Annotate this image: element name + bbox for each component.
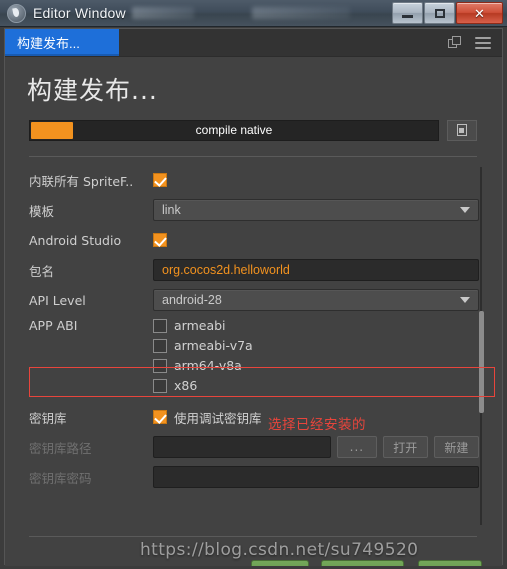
keystore-password-label: 密钥库密码: [29, 470, 92, 486]
build-button[interactable]: 构建: [251, 560, 309, 566]
window-controls: ✕: [391, 2, 503, 24]
blurred-title-text-1: [131, 7, 194, 19]
watermark: https://blog.csdn.net/su749520: [140, 540, 419, 560]
annotation-note: 选择已经安装的: [268, 417, 366, 433]
use-debug-keystore-label: 使用调试密钥库: [174, 410, 262, 426]
run-button-label: 运行: [437, 564, 463, 567]
android-studio-checkbox[interactable]: [153, 233, 167, 247]
tab-build-publish[interactable]: 构建发布...: [5, 29, 119, 56]
minimize-icon: [402, 15, 413, 18]
editor-window: Editor Window ✕ 构建发布... 构建发布... compile …: [0, 0, 507, 569]
blurred-title-text-2: [251, 7, 350, 19]
android-studio-label: Android Studio: [29, 232, 122, 248]
window-title-bar: Editor Window ✕: [0, 0, 507, 27]
divider-bottom: [29, 536, 477, 537]
keystore-new-label: 新建: [444, 440, 469, 455]
page-title: 构建发布...: [27, 76, 158, 105]
abi-armeabi-checkbox[interactable]: [153, 318, 167, 333]
settings-form: 自动图集打包 内联所有 SpriteF.. 模板 link: [17, 162, 479, 492]
open-log-button[interactable]: [447, 119, 477, 141]
keystore-open-button[interactable]: 打开: [382, 436, 428, 458]
hamburger-menu-icon[interactable]: [475, 36, 491, 49]
keystore-browse-button[interactable]: ...: [337, 436, 377, 458]
package-name-label: 包名: [29, 263, 55, 279]
api-level-value: android-28: [162, 293, 222, 307]
row-keystore-password: 密钥库密码: [17, 462, 479, 492]
window-title: Editor Window: [33, 5, 126, 21]
chevron-down-icon: [460, 207, 470, 213]
template-select-value: link: [162, 203, 181, 217]
progress-row: compile native: [29, 119, 477, 141]
abi-armeabi-v7a-checkbox[interactable]: [153, 338, 167, 353]
row-android-studio: Android Studio: [17, 225, 479, 255]
list-item: armeabi-v7a: [153, 337, 479, 354]
use-debug-keystore-checkbox[interactable]: [153, 410, 167, 424]
run-button[interactable]: 运行: [418, 560, 482, 566]
abi-x86-checkbox[interactable]: [153, 378, 167, 393]
api-level-label: API Level: [29, 292, 86, 308]
popout-icon[interactable]: [448, 35, 462, 50]
api-level-select[interactable]: android-28: [153, 289, 479, 311]
editor-panel: 构建发布... 构建发布... compile native 内联所有 Spri…: [4, 28, 503, 566]
progress-label: compile native: [195, 123, 273, 137]
close-button[interactable]: ✕: [456, 2, 503, 24]
keystore-browse-label: ...: [349, 440, 365, 454]
row-keystore-path: 密钥库路径 ... 打开 新建: [17, 432, 479, 462]
minimize-button[interactable]: [392, 2, 423, 24]
row-keystore: 密钥库 使用调试密钥库: [17, 402, 479, 432]
row-template: 模板 link: [17, 195, 479, 225]
abi-x86-label: x86: [174, 378, 198, 393]
row-app-abi: APP ABI: [17, 315, 479, 335]
abi-arm64-v8a-checkbox[interactable]: [153, 358, 167, 373]
open-log-icon: [457, 124, 467, 136]
droplet-icon: [7, 3, 26, 23]
row-inline-spriteframes: 内联所有 SpriteF..: [17, 165, 479, 195]
keystore-path-input[interactable]: [153, 436, 331, 458]
panel-body: 构建发布... compile native 自动图集打包: [5, 57, 502, 566]
chevron-down-icon: [460, 297, 470, 303]
maximize-icon: [434, 8, 445, 18]
inline-spriteframes-label: 内联所有 SpriteF..: [29, 173, 134, 189]
tab-strip-tools: [448, 29, 502, 56]
divider-top: [29, 156, 477, 157]
build-progress-bar: compile native: [29, 119, 439, 141]
row-api-level: API Level android-28: [17, 285, 479, 315]
template-label: 模板: [29, 203, 55, 219]
cancel-compile-button[interactable]: 取消编译: [321, 560, 404, 566]
list-item: arm64-v8a: [153, 357, 479, 374]
build-button-label: 构建: [267, 564, 293, 567]
keystore-path-label: 密钥库路径: [29, 440, 92, 456]
tab-strip: 构建发布...: [5, 29, 502, 57]
tab-label: 构建发布...: [17, 36, 80, 51]
close-icon: ✕: [474, 5, 485, 21]
list-item: x86: [153, 377, 479, 394]
package-name-value: org.cocos2d.helloworld: [162, 263, 290, 277]
app-abi-label: APP ABI: [29, 317, 78, 333]
inline-spriteframes-checkbox[interactable]: [153, 173, 167, 187]
keystore-new-button[interactable]: 新建: [433, 436, 479, 458]
settings-scroll-view: 自动图集打包 内联所有 SpriteF.. 模板 link: [17, 162, 479, 530]
template-select[interactable]: link: [153, 199, 479, 221]
row-package-name: 包名 org.cocos2d.helloworld: [17, 255, 479, 285]
maximize-button[interactable]: [424, 2, 455, 24]
abi-arm64-v8a-label: arm64-v8a: [174, 358, 242, 373]
keystore-password-input[interactable]: [153, 466, 479, 488]
settings-scrollbar-thumb[interactable]: [479, 311, 484, 413]
cancel-compile-button-label: 取消编译: [336, 564, 388, 567]
package-name-input[interactable]: org.cocos2d.helloworld: [153, 259, 479, 281]
keystore-label: 密钥库: [29, 410, 67, 426]
abi-armeabi-v7a-label: armeabi-v7a: [174, 338, 253, 353]
keystore-open-label: 打开: [393, 440, 418, 455]
